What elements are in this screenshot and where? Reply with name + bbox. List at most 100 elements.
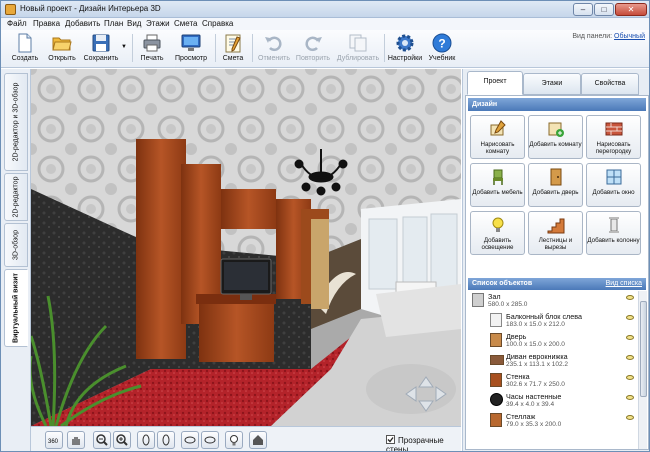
button-label: Нарисовать комнату — [480, 141, 515, 155]
draw-room-button[interactable]: Нарисовать комнату — [470, 115, 525, 159]
add-column-button[interactable]: Добавить колонну — [586, 211, 641, 255]
save-dropdown-arrow[interactable]: ▼ — [121, 44, 127, 50]
tab-properties[interactable]: Свойства — [581, 73, 639, 95]
visibility-icon[interactable] — [626, 355, 634, 360]
estimate-button[interactable]: Смета — [220, 32, 246, 66]
redo-button[interactable]: Повторить — [294, 32, 332, 66]
menu-view[interactable]: Вид — [127, 19, 141, 28]
tab-2d-editor[interactable]: 2D-редактор — [4, 173, 28, 221]
menu-plan[interactable]: План — [104, 19, 123, 28]
zoom-out-icon — [96, 434, 108, 446]
360-view-icon: 360 — [48, 439, 59, 445]
duplicate-icon — [349, 34, 367, 52]
object-list-scrollbar[interactable] — [638, 291, 647, 449]
list-item-wall-unit[interactable]: Стенка 302.6 x 71.7 x 250.0 — [468, 371, 638, 390]
list-item-hall[interactable]: Зал 580.0 x 285.0 — [468, 291, 638, 310]
shelf-icon — [490, 413, 502, 427]
list-view-toggle[interactable]: Вид списка — [606, 278, 642, 290]
settings-button[interactable]: Настройки — [387, 32, 423, 66]
add-door-button[interactable]: Добавить дверь — [528, 163, 583, 207]
tab-project[interactable]: Проект — [467, 71, 523, 95]
button-label: Лестницы и вырезы — [538, 237, 573, 251]
draw-partition-button[interactable]: Нарисовать перегородку — [586, 115, 641, 159]
room-render — [31, 69, 461, 426]
visibility-icon[interactable] — [626, 295, 634, 300]
visibility-icon[interactable] — [626, 315, 634, 320]
transparent-walls-checkbox[interactable] — [386, 435, 395, 444]
menu-estimate[interactable]: Смета — [174, 19, 197, 28]
zoom-in-icon — [116, 434, 128, 446]
zoom-in-button[interactable] — [113, 431, 131, 449]
list-item-door[interactable]: Дверь 100.0 x 15.0 x 200.0 — [468, 331, 638, 350]
minimize-button[interactable]: – — [573, 3, 593, 16]
toolbar-separator — [215, 34, 216, 62]
app-icon — [5, 4, 16, 15]
save-button-label: Сохранить — [83, 55, 119, 62]
preview-button[interactable]: Просмотр — [173, 32, 209, 66]
redo-button-label: Повторить — [295, 55, 331, 62]
column-icon — [608, 217, 619, 233]
add-room-button[interactable]: Добавить комнату — [528, 115, 583, 159]
add-lighting-button[interactable]: Добавить освещение — [470, 211, 525, 255]
visibility-icon[interactable] — [626, 395, 634, 400]
tab-label: 2D-редактор и 3D-обзор — [12, 82, 20, 162]
menu-add[interactable]: Добавить — [65, 19, 100, 28]
panel-view-link[interactable]: Обычный — [614, 33, 645, 40]
button-label: Добавить мебель — [472, 189, 523, 196]
3d-viewport[interactable] — [31, 69, 461, 426]
list-item-shelf[interactable]: Стеллаж 79.0 x 35.3 x 200.0 — [468, 411, 638, 430]
tab-2d-and-3d[interactable]: 2D-редактор и 3D-обзор — [4, 73, 28, 171]
menu-floors[interactable]: Этажи — [146, 19, 170, 28]
print-button[interactable]: Печать — [137, 32, 167, 66]
new-button[interactable]: Создать — [7, 32, 43, 66]
rotate-left-button[interactable] — [137, 431, 155, 449]
360-view-button[interactable]: 360 — [45, 431, 63, 449]
add-furniture-button[interactable]: Добавить мебель — [470, 163, 525, 207]
tab-3d-view[interactable]: 3D-обзор — [4, 223, 28, 267]
visibility-icon[interactable] — [626, 375, 634, 380]
tutorial-button[interactable]: ? Учебник — [425, 32, 459, 66]
scrollbar-thumb[interactable] — [640, 301, 647, 397]
stairs-cutouts-button[interactable]: Лестницы и вырезы — [528, 211, 583, 255]
light-toggle-button[interactable] — [225, 431, 243, 449]
duplicate-button[interactable]: Дублировать — [336, 32, 380, 66]
close-button[interactable]: ✕ — [615, 3, 647, 16]
gear-icon — [396, 34, 414, 52]
tab-virtual-visit[interactable]: Виртуальный визит — [4, 269, 28, 347]
redo-icon — [305, 36, 322, 52]
tilt-down-button[interactable] — [181, 431, 199, 449]
list-item-sofa[interactable]: Диван еврокнижка 235.1 x 113.1 x 102.2 — [468, 351, 638, 370]
menu-file[interactable]: Файл — [7, 19, 27, 28]
list-item-balcony-block[interactable]: Балконный блок слева 183.0 x 15.0 x 212.… — [468, 311, 638, 330]
toolbar-separator — [252, 34, 253, 62]
open-button[interactable]: Открыть — [45, 32, 79, 66]
project-tab-body: Дизайн Нарисовать комнату Добавить комна… — [465, 95, 649, 450]
add-window-button[interactable]: Добавить окно — [586, 163, 641, 207]
object-dims: 79.0 x 35.3 x 200.0 — [506, 421, 562, 428]
pan-button[interactable] — [67, 431, 85, 449]
button-label: Добавить окно — [592, 189, 635, 196]
tilt-up-button[interactable] — [201, 431, 219, 449]
visibility-icon[interactable] — [626, 335, 634, 340]
checkmark-icon — [387, 437, 394, 443]
viewport-controls: 360 Прозрачные стены — [31, 426, 461, 451]
undo-button[interactable]: Отменить — [256, 32, 292, 66]
zoom-out-button[interactable] — [93, 431, 111, 449]
menu-help[interactable]: Справка — [202, 19, 233, 28]
balcony-door-icon — [490, 313, 502, 327]
objects-section-header: Список объектов Вид списка — [468, 278, 646, 290]
light-bulb-icon — [492, 217, 503, 232]
save-button[interactable]: Сохранить — [81, 32, 121, 66]
visibility-icon[interactable] — [626, 415, 634, 420]
rotate-right-button[interactable] — [157, 431, 175, 449]
object-dims: 235.1 x 113.1 x 102.2 — [506, 361, 569, 368]
object-dims: 39.4 x 4.0 x 39.4 — [506, 401, 555, 408]
menu-edit[interactable]: Правка — [33, 19, 60, 28]
list-item-wall-clock[interactable]: Часы настенные 39.4 x 4.0 x 39.4 — [468, 391, 638, 410]
wall-unit-icon — [490, 373, 502, 387]
tab-floors[interactable]: Этажи — [523, 73, 581, 95]
button-label: Добавить комнату — [529, 141, 582, 148]
home-view-button[interactable] — [249, 431, 267, 449]
maximize-button[interactable]: □ — [594, 3, 614, 16]
transparent-walls-toggle[interactable]: Прозрачные стены — [386, 435, 461, 451]
